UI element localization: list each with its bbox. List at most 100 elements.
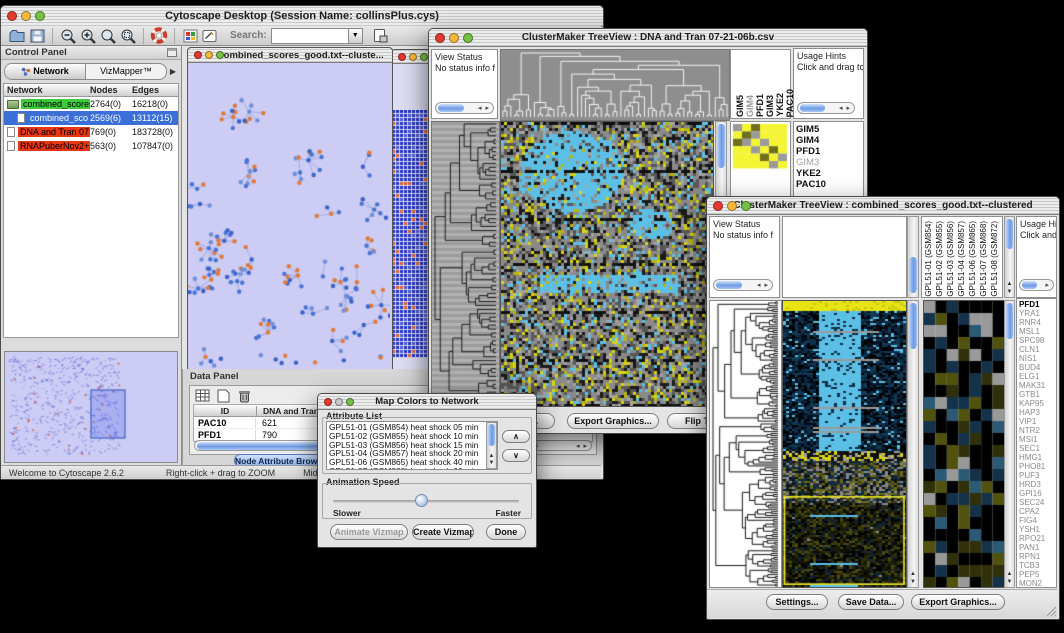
tv1-gene-list-item[interactable]: PFD1 <box>794 146 863 157</box>
speed-slider-thumb[interactable] <box>415 494 428 507</box>
save-icon[interactable] <box>27 27 47 45</box>
move-down-button[interactable]: ∨ <box>502 449 530 462</box>
gene-list-item[interactable]: MSI1 <box>1017 435 1056 444</box>
gene-list-item[interactable]: RNR4 <box>1017 318 1056 327</box>
delete-attribute-trash-icon[interactable] <box>236 388 253 403</box>
float-panel-icon[interactable] <box>167 44 181 62</box>
tv2-settings-button[interactable]: Settings... <box>766 594 828 610</box>
attribute-list-vscrollbar[interactable]: ▲▼ <box>486 422 497 469</box>
animate-vizmap-button[interactable]: Animate Vizmap <box>330 524 408 540</box>
vizmapper-icon[interactable] <box>180 27 200 45</box>
gene-list-item[interactable]: ELG1 <box>1017 372 1056 381</box>
tv2-heatmap-vscrollbar[interactable]: ▲▼ <box>907 300 919 588</box>
tv2-usage-hints-scrollbar[interactable]: ▸ <box>1019 279 1054 291</box>
gene-list-item[interactable]: PUF3 <box>1017 471 1056 480</box>
gene-list-item[interactable]: PFD1 <box>1017 300 1056 309</box>
gene-list-item[interactable]: FIG4 <box>1017 516 1056 525</box>
tv1-heatmap[interactable] <box>500 121 714 407</box>
minimize-button[interactable] <box>21 11 31 21</box>
tab-network[interactable]: Network <box>5 64 86 79</box>
network-view-titlebar[interactable]: combined_scores_good.txt--cluste... <box>188 48 392 63</box>
birdseye-view[interactable] <box>4 351 178 463</box>
tv2-gene-list[interactable]: PFD1YRA1RNR4MSL1SPC98CLN1NIS1BUD4ELG1MAK… <box>1016 298 1057 588</box>
attribute-table-icon[interactable] <box>194 388 211 403</box>
zoom-button[interactable] <box>741 201 751 211</box>
gene-list-item[interactable]: KAP95 <box>1017 399 1056 408</box>
attribute-list-item[interactable]: GPL51-07 (GSM868) heat shock 60 min <box>327 467 497 470</box>
zoom-fit-icon[interactable] <box>98 27 118 45</box>
tv1-usage-hints-scrollbar[interactable]: ◂ ▸ <box>797 102 855 114</box>
new-attribute-icon[interactable] <box>215 388 232 403</box>
tv2-row-dendrogram[interactable] <box>709 300 782 588</box>
gene-list-item[interactable]: SEC1 <box>1017 444 1056 453</box>
gene-list-item[interactable]: VIP1 <box>1017 417 1056 426</box>
gene-list-item[interactable]: NIS1 <box>1017 354 1056 363</box>
search-dropdown-arrow-icon[interactable]: ▼ <box>349 28 363 44</box>
gene-list-item[interactable]: BUD4 <box>1017 363 1056 372</box>
annotation-icon[interactable] <box>200 27 220 45</box>
gene-list-item[interactable]: CPA2 <box>1017 507 1056 516</box>
network-doc-icon[interactable] <box>371 27 391 45</box>
gene-list-item[interactable]: YRA1 <box>1017 309 1056 318</box>
treeview1-titlebar[interactable]: ClusterMaker TreeView : DNA and Tran 07-… <box>429 29 867 47</box>
zoom-out-icon[interactable] <box>58 27 78 45</box>
tv2-labels-vscrollbar[interactable]: ▲▼ <box>1004 216 1015 298</box>
gene-list-item[interactable]: NTR2 <box>1017 426 1056 435</box>
tv2-export-graphics-button[interactable]: Export Graphics... <box>911 594 1005 610</box>
tv1-view-status-scrollbar[interactable]: ◂ ▸ <box>435 102 494 114</box>
zoom-button[interactable] <box>35 11 45 21</box>
tv1-export-graphics-button[interactable]: Export Graphics... <box>567 413 659 429</box>
close-button[interactable] <box>398 53 406 61</box>
tv2-column-tree-area[interactable] <box>782 216 907 298</box>
gene-list-item[interactable]: HRD3 <box>1017 480 1056 489</box>
resize-grip[interactable] <box>1045 605 1057 617</box>
gene-list-item[interactable]: MSL1 <box>1017 327 1056 336</box>
minimize-button[interactable] <box>727 201 737 211</box>
network-table-row[interactable]: RNAPuberNov2+563(0)107847(0) <box>4 139 178 153</box>
zoom-button[interactable] <box>346 398 354 406</box>
minimize-button[interactable] <box>409 53 417 61</box>
tv1-gene-list-item[interactable]: PAC10 <box>794 179 863 190</box>
help-lifesaver-icon[interactable] <box>149 27 169 45</box>
gene-list-item[interactable]: PEP5 <box>1017 570 1056 579</box>
gene-list-item[interactable]: SEC24 <box>1017 498 1056 507</box>
tv1-gene-list-item[interactable]: GIM3 <box>794 157 863 168</box>
tv2-top-vscrollbar[interactable] <box>907 216 919 298</box>
open-file-icon[interactable] <box>7 27 27 45</box>
minimize-button[interactable] <box>449 33 459 43</box>
network-table-row[interactable]: combined_sco2569(6)13112(15) <box>4 111 178 125</box>
close-button[interactable] <box>194 51 202 59</box>
search-input[interactable] <box>271 28 349 44</box>
attribute-listbox[interactable]: GPL51-01 (GSM854) heat shock 05 minGPL51… <box>326 421 498 470</box>
treeview2-titlebar[interactable]: ClusterMaker TreeView : combined_scores_… <box>707 197 1059 215</box>
move-up-button[interactable]: ∧ <box>502 430 530 443</box>
close-button[interactable] <box>7 11 17 21</box>
tv2-zoom-heatmap[interactable] <box>923 300 1005 588</box>
gene-list-item[interactable]: SPC98 <box>1017 336 1056 345</box>
gene-list-item[interactable]: PHO81 <box>1017 462 1056 471</box>
tv2-zoom-vscrollbar[interactable]: ▲▼ <box>1004 300 1015 588</box>
tv1-gene-list-item[interactable]: YKE2 <box>794 168 863 179</box>
zoom-button[interactable] <box>420 53 428 61</box>
zoom-button[interactable] <box>463 33 473 43</box>
gene-list-item[interactable]: RPN1 <box>1017 552 1056 561</box>
network-table-row[interactable]: DNA and Tran 07769(0)183728(0) <box>4 125 178 139</box>
network-table-header[interactable]: Network Nodes Edges <box>4 84 178 97</box>
tv1-row-dendrogram[interactable] <box>431 121 500 407</box>
tv2-heatmap[interactable] <box>782 300 907 588</box>
gene-list-item[interactable]: RPO21 <box>1017 534 1056 543</box>
gene-list-item[interactable]: HAP3 <box>1017 408 1056 417</box>
network-graph-canvas[interactable] <box>188 63 390 369</box>
zoom-button[interactable] <box>216 51 224 59</box>
gene-list-item[interactable]: PAN1 <box>1017 543 1056 552</box>
zoom-in-icon[interactable] <box>78 27 98 45</box>
minimize-button[interactable] <box>205 51 213 59</box>
tab-vizmapper[interactable]: VizMapper™ <box>86 64 166 79</box>
done-button[interactable]: Done <box>486 524 526 540</box>
tv1-column-dendrogram[interactable] <box>500 49 730 121</box>
main-titlebar[interactable]: Cytoscape Desktop (Session Name: collins… <box>1 6 603 27</box>
create-vizmap-button[interactable]: Create Vizmap <box>412 524 474 540</box>
close-button[interactable] <box>435 33 445 43</box>
close-button[interactable] <box>713 201 723 211</box>
close-button[interactable] <box>324 398 332 406</box>
